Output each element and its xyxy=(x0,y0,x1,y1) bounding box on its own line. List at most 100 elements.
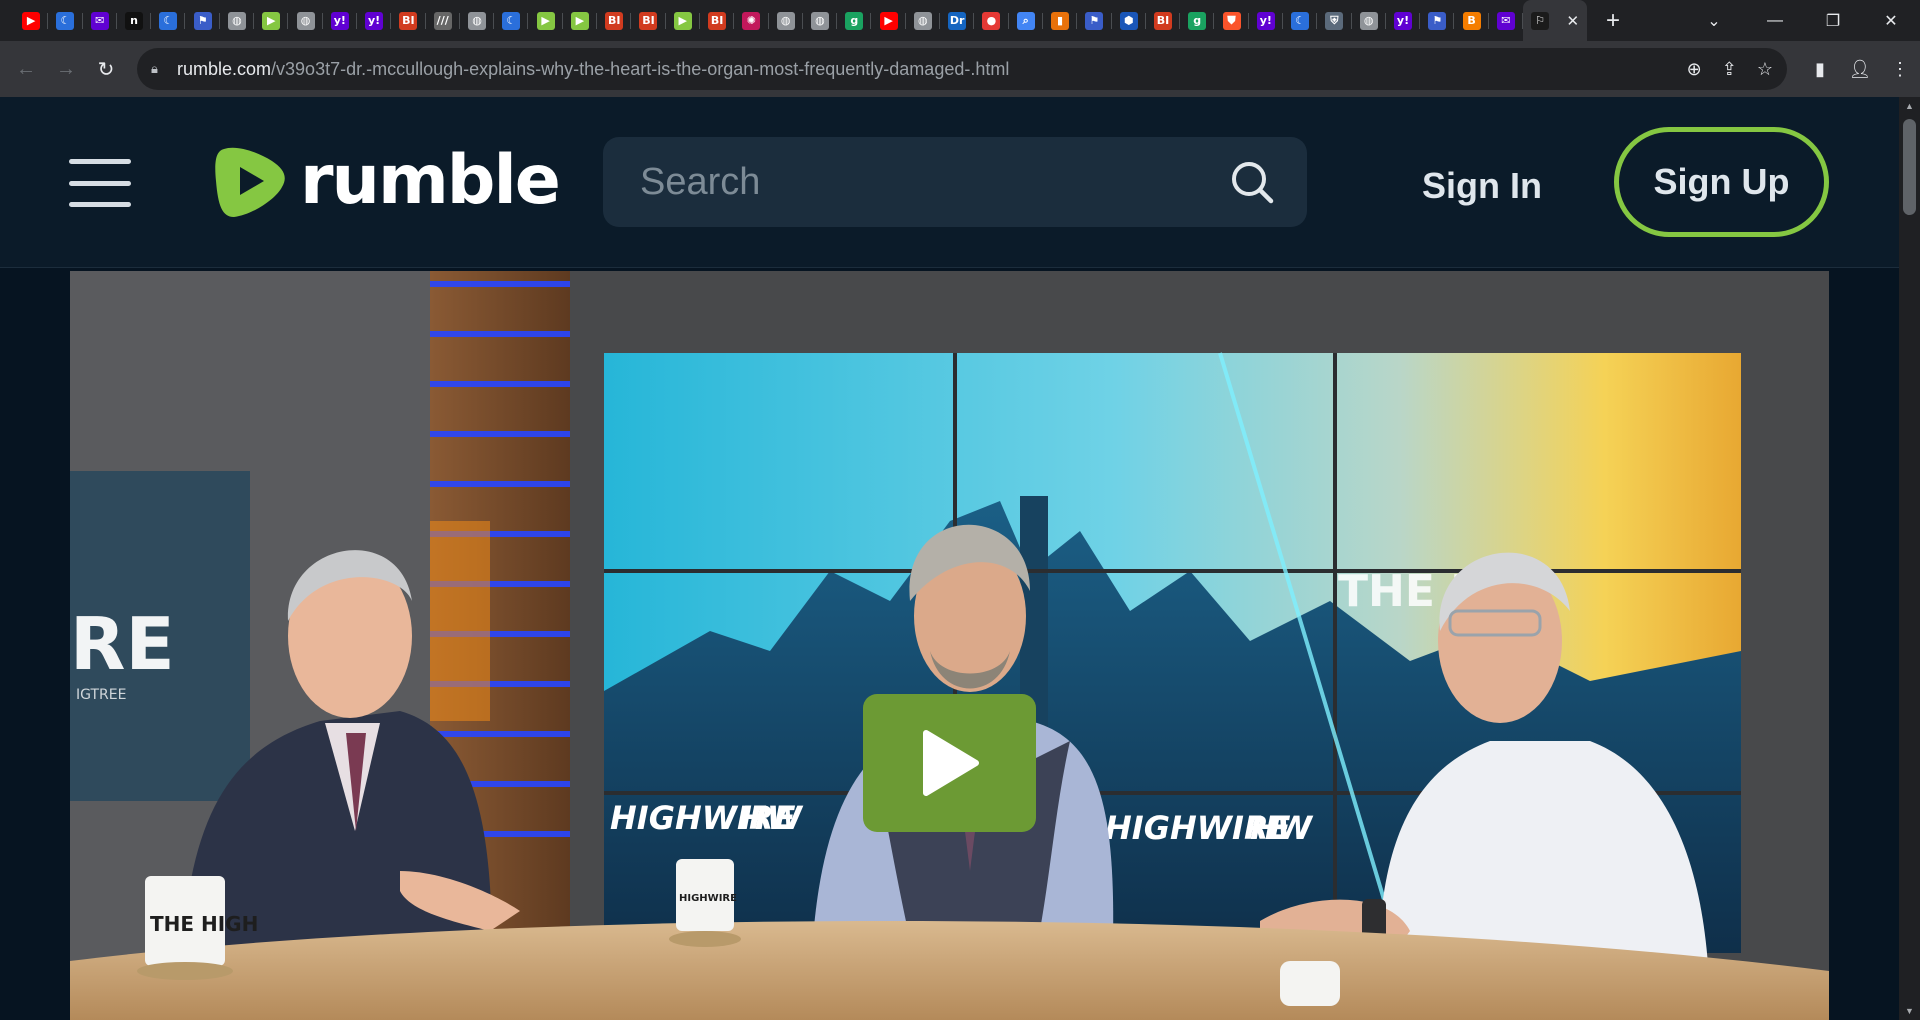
browser-tab[interactable]: ▶ xyxy=(14,0,49,41)
menu-kebab-icon[interactable]: ⋮ xyxy=(1880,49,1920,89)
browser-tab[interactable]: ◍ xyxy=(460,0,495,41)
new-tab-button[interactable]: + xyxy=(1595,0,1631,41)
play-triangle-icon xyxy=(922,730,979,796)
rumble-icon: ▶ xyxy=(262,11,281,30)
browser-tab[interactable]: ⚑ xyxy=(1077,0,1112,41)
g-icon: g xyxy=(845,11,864,30)
browser-tab[interactable]: ⛊ xyxy=(1214,0,1249,41)
browser-tab[interactable]: ◍ xyxy=(220,0,255,41)
browser-tabstrip: ▶ ☾ ✉ n ☾ ⚑ ◍ ▶ ◍ y! y! BI /// ◍ ☾ ▶ ▶ BI BI ▶ BI ✺ ◍ ◍ g ▶ ◍ Dr ● ⌕ ▮… xyxy=(0,0,1920,41)
globe-icon: ◍ xyxy=(913,11,932,30)
browser-tab[interactable]: ◍ xyxy=(769,0,804,41)
browser-tab[interactable]: BI xyxy=(1146,0,1181,41)
browser-tab[interactable]: g xyxy=(1180,0,1215,41)
bookmark-star-icon[interactable]: ☆ xyxy=(1757,59,1773,80)
scroll-thumb[interactable] xyxy=(1903,119,1916,215)
browser-tab[interactable]: ▶ xyxy=(254,0,289,41)
address-bar[interactable]: 🔒︎ rumble.com/v39o3t7-dr.-mccullough-exp… xyxy=(137,48,1917,90)
reload-icon[interactable]: ↻ xyxy=(86,49,126,89)
browser-tab[interactable]: n xyxy=(117,0,152,41)
tab-list: ▶ ☾ ✉ n ☾ ⚑ ◍ ▶ ◍ y! y! BI /// ◍ ☾ ▶ ▶ BI BI ▶ BI ✺ ◍ ◍ g ▶ ◍ Dr ● ⌕ ▮… xyxy=(0,0,1588,41)
active-browser-tab[interactable]: ⚐ ✕ xyxy=(1523,0,1588,41)
browser-tab[interactable]: ⚑ xyxy=(1420,0,1455,41)
browser-tab[interactable]: ◍ xyxy=(803,0,838,41)
sign-up-button[interactable]: Sign Up xyxy=(1614,127,1829,237)
search-icon[interactable] xyxy=(1229,159,1275,205)
browser-tab[interactable]: g xyxy=(837,0,872,41)
browser-tab[interactable]: ◍ xyxy=(288,0,323,41)
yahoo-mail-icon: ✉ xyxy=(90,11,109,30)
browser-tab[interactable]: ◍ xyxy=(906,0,941,41)
profile-icon[interactable]: 👤︎ xyxy=(1840,49,1880,89)
browser-tab[interactable]: B xyxy=(1454,0,1490,41)
browser-tab[interactable]: BI xyxy=(631,0,666,41)
play-button[interactable] xyxy=(863,694,1036,832)
browser-tab[interactable]: ◍ xyxy=(1352,0,1387,41)
restore-button[interactable]: ❐ xyxy=(1804,0,1862,41)
left-screen-text: RE xyxy=(70,602,175,686)
close-window-button[interactable]: ✕ xyxy=(1862,0,1920,41)
mug-center: HIGHWIRE xyxy=(669,859,741,947)
rumble-logo[interactable]: rumble xyxy=(214,141,561,221)
rumble-play-logo-icon xyxy=(215,147,285,217)
browser-tab[interactable]: y! xyxy=(1386,0,1421,41)
back-arrow-icon[interactable]: ← xyxy=(6,49,46,89)
scroll-down-arrow-icon[interactable]: ▼ xyxy=(1899,1002,1920,1020)
globe-icon: ◍ xyxy=(296,11,315,30)
slashes-icon: /// xyxy=(433,11,452,30)
browser-tab[interactable]: ✉ xyxy=(83,0,118,41)
forward-arrow-icon[interactable]: → xyxy=(46,49,86,89)
browser-tab[interactable]: Dr xyxy=(940,0,975,41)
podcast-icon: ● xyxy=(982,11,1001,30)
browser-tab[interactable]: y! xyxy=(357,0,392,41)
browser-tab[interactable]: ▮ xyxy=(1043,0,1078,41)
brave-icon: ⛊ xyxy=(1222,11,1241,30)
browser-tab[interactable]: ▶ xyxy=(563,0,598,41)
browser-tab[interactable]: ● xyxy=(974,0,1009,41)
browser-tab[interactable]: ☾ xyxy=(1283,0,1318,41)
browser-tab[interactable]: ⛨ xyxy=(1317,0,1352,41)
browser-tab[interactable]: ✉ xyxy=(1489,0,1524,41)
browser-tab[interactable]: BI xyxy=(700,0,735,41)
mug-left-text: THE HIGH xyxy=(150,912,258,936)
browser-tab[interactable]: ⌕ xyxy=(1009,0,1044,41)
minimize-button[interactable]: — xyxy=(1746,0,1804,41)
video-player[interactable]: RE IGTREE THE HIG HIGHWIRE HW HIGHWIRE H… xyxy=(70,271,1829,1020)
blogger-icon: B xyxy=(1462,11,1481,30)
browser-tab[interactable]: ▶ xyxy=(666,0,701,41)
tab-close-icon[interactable]: ✕ xyxy=(1566,12,1579,30)
browser-tab[interactable]: ☾ xyxy=(494,0,529,41)
share-icon[interactable]: ⇪ xyxy=(1722,59,1737,80)
yahoo-mail-icon: ✉ xyxy=(1496,11,1515,30)
browser-tab[interactable]: ⚑ xyxy=(185,0,221,41)
browser-tab[interactable]: ☾ xyxy=(151,0,186,41)
browser-tab[interactable]: /// xyxy=(426,0,461,41)
browser-tab[interactable]: ⬢ xyxy=(1112,0,1147,41)
browser-tab[interactable]: BI xyxy=(597,0,632,41)
dr-icon: Dr xyxy=(948,11,967,30)
search-bar[interactable] xyxy=(603,137,1307,227)
starburst-icon: ✺ xyxy=(742,11,761,30)
bookmark-icon: ▮ xyxy=(1051,11,1070,30)
browser-tab[interactable]: y! xyxy=(323,0,358,41)
rumble-icon: ▶ xyxy=(570,11,589,30)
url-text[interactable]: rumble.com/v39o3t7-dr.-mccullough-explai… xyxy=(177,59,1009,80)
zoom-icon[interactable]: ⊕ xyxy=(1687,59,1702,80)
hamburger-menu-icon[interactable] xyxy=(69,159,131,207)
browser-tab[interactable]: BI xyxy=(391,0,426,41)
browser-tab[interactable]: ☾ xyxy=(48,0,83,41)
page-scrollbar[interactable]: ▲ ▼ xyxy=(1899,97,1920,1020)
browser-tab[interactable]: ▶ xyxy=(528,0,564,41)
browser-tab[interactable]: ✺ xyxy=(734,0,769,41)
scroll-up-arrow-icon[interactable]: ▲ xyxy=(1899,97,1920,115)
flag-icon: ⚑ xyxy=(1085,11,1104,30)
lock-icon[interactable]: 🔒︎ xyxy=(151,61,171,77)
sign-in-button[interactable]: Sign In xyxy=(1422,165,1542,207)
search-input[interactable] xyxy=(640,160,1200,204)
side-panel-icon[interactable]: ▮ xyxy=(1800,49,1840,89)
tab-search-chevron-icon[interactable]: ⌄ xyxy=(1682,0,1746,41)
browser-tab[interactable]: ▶ xyxy=(871,0,907,41)
hexagon-icon: ⬢ xyxy=(1119,11,1138,30)
notion-icon: n xyxy=(125,11,144,30)
browser-tab[interactable]: y! xyxy=(1249,0,1284,41)
